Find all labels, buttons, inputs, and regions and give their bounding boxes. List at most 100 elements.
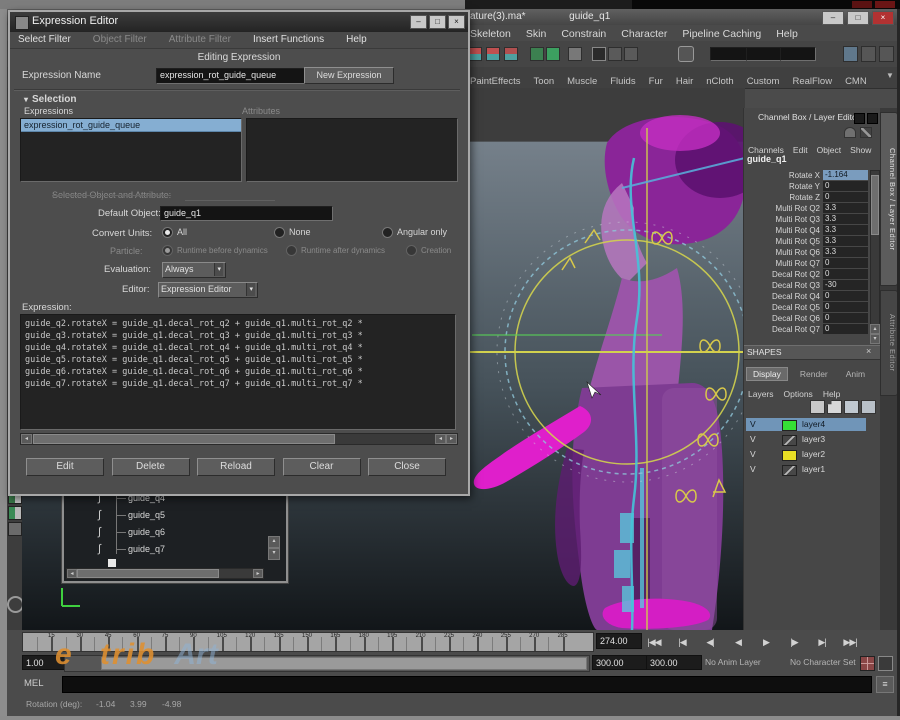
attr-value[interactable]: 3.3 bbox=[823, 225, 868, 235]
step-back-key-button[interactable]: |◀ bbox=[668, 634, 696, 650]
menu-pipeline-caching[interactable]: Pipeline Caching bbox=[682, 26, 761, 42]
tab-display[interactable]: Display bbox=[746, 367, 788, 381]
radio-none[interactable]: None bbox=[274, 227, 382, 239]
attr-value[interactable]: 3.3 bbox=[823, 214, 868, 224]
ee-menu-select-filter[interactable]: Select Filter bbox=[18, 32, 71, 48]
editor-dropdown[interactable]: ▾ Expression Editor bbox=[158, 282, 258, 298]
layer-visibility-toggle[interactable]: V bbox=[750, 463, 756, 476]
outliner-item-guide_q7[interactable]: ∫ guide_q7 bbox=[64, 541, 286, 558]
attr-value[interactable]: 3.3 bbox=[823, 236, 868, 246]
tool-icon[interactable] bbox=[8, 522, 22, 536]
expression-text-area[interactable]: guide_q2.rotateX = guide_q1.decal_rot_q2… bbox=[20, 314, 456, 430]
attr-value[interactable]: 0 bbox=[823, 313, 868, 323]
command-line-input[interactable] bbox=[62, 676, 872, 693]
cb-menu-object[interactable]: Object bbox=[817, 145, 842, 155]
outliner-item-guide_q6[interactable]: ∫ guide_q6 bbox=[64, 524, 286, 541]
attr-value[interactable]: 0 bbox=[823, 291, 868, 301]
layer-color-swatch[interactable] bbox=[782, 450, 797, 461]
step-forward-frame-button[interactable]: |▶ bbox=[780, 634, 808, 650]
go-to-start-button[interactable]: |◀◀ bbox=[640, 634, 668, 650]
new-expression-button[interactable]: New Expression bbox=[304, 67, 394, 84]
attr-value[interactable]: 0 bbox=[823, 181, 868, 191]
cb-menu-edit[interactable]: Edit bbox=[793, 145, 808, 155]
layer-color-swatch[interactable] bbox=[782, 465, 797, 476]
expressions-list[interactable]: expression_rot_guide_queue bbox=[20, 118, 242, 182]
character-set-selector[interactable]: No Character Set bbox=[790, 657, 856, 667]
expression-editor-titlebar[interactable]: Expression Editor – □ × bbox=[10, 12, 468, 32]
layout-toggle-icon[interactable] bbox=[861, 46, 876, 62]
minimize-button[interactable]: – bbox=[822, 11, 844, 25]
layer-options-icon[interactable] bbox=[861, 400, 876, 414]
ee-maximize-button[interactable]: □ bbox=[429, 15, 446, 29]
scroll-left-icon[interactable]: ◂ bbox=[21, 434, 32, 444]
channel-scrollbar[interactable] bbox=[870, 170, 880, 342]
outliner-partial-item-icon[interactable] bbox=[108, 559, 116, 567]
play-forward-button[interactable]: ▶ bbox=[752, 634, 780, 650]
scroll-right-icon[interactable]: ▸ bbox=[446, 434, 457, 444]
shelf-tab-hair[interactable]: Hair bbox=[676, 76, 693, 87]
history-icon[interactable] bbox=[530, 47, 544, 61]
layer-menu-options[interactable]: Options bbox=[784, 389, 813, 399]
scroll-right-icon[interactable]: ▸ bbox=[253, 569, 263, 578]
expression-hscrollbar[interactable]: ◂ ◂ ▸ bbox=[20, 433, 458, 445]
shelf-caret-icon[interactable]: ▼ bbox=[886, 71, 894, 80]
menu-character[interactable]: Character bbox=[621, 26, 667, 42]
attr-value[interactable]: 3.3 bbox=[823, 247, 868, 257]
character-set-icon[interactable] bbox=[878, 656, 893, 671]
attr-value[interactable]: 0 bbox=[823, 269, 868, 279]
ee-minimize-button[interactable]: – bbox=[410, 15, 427, 29]
menu-skin[interactable]: Skin bbox=[526, 26, 546, 42]
panel-toggle-icon[interactable] bbox=[879, 46, 894, 62]
channel-object-name[interactable]: guide_q1 bbox=[747, 154, 787, 164]
ee-menu-insert-functions[interactable]: Insert Functions bbox=[253, 32, 324, 48]
layer-visibility-toggle[interactable]: V bbox=[750, 448, 756, 461]
play-backward-button[interactable]: ◀ bbox=[724, 634, 752, 650]
snap-point-icon[interactable] bbox=[504, 47, 518, 61]
scroll-up-icon[interactable]: ▴ bbox=[268, 536, 280, 548]
attr-value[interactable]: 3.3 bbox=[823, 203, 868, 213]
attr-value[interactable]: 0 bbox=[823, 258, 868, 268]
maximize-button[interactable]: □ bbox=[847, 11, 869, 25]
scroll-up-icon[interactable]: ▴ bbox=[870, 324, 880, 334]
script-editor-icon[interactable]: ≡ bbox=[876, 676, 894, 693]
scroll-left-icon[interactable]: ◂ bbox=[435, 434, 446, 444]
radio-runtime-after-dynamics[interactable]: Runtime after dynamics bbox=[286, 245, 406, 257]
close-button[interactable]: × bbox=[872, 11, 894, 25]
menu-skeleton[interactable]: Skeleton bbox=[470, 26, 511, 42]
scroll-left-icon[interactable]: ◂ bbox=[67, 569, 77, 578]
shelf-tab-fluids[interactable]: Fluids bbox=[610, 76, 635, 87]
manipulator-link-icon[interactable] bbox=[860, 127, 872, 138]
new-layer-icon[interactable] bbox=[827, 400, 842, 414]
layer-item-layer1[interactable]: Vlayer1 bbox=[746, 463, 866, 476]
panel-dock-icon[interactable] bbox=[854, 113, 865, 124]
empty-layer-icon[interactable] bbox=[810, 400, 825, 414]
shelf-tab-cmn[interactable]: CMN bbox=[845, 76, 867, 87]
reload-button[interactable]: Reload bbox=[197, 458, 275, 476]
layer-item-layer3[interactable]: Vlayer3 bbox=[746, 433, 866, 446]
tab-render[interactable]: Render bbox=[794, 368, 834, 380]
shelf-tab-ncloth[interactable]: nCloth bbox=[706, 76, 733, 87]
step-forward-key-button[interactable]: ▶| bbox=[808, 634, 836, 650]
selection-section-header[interactable]: ▾ Selection bbox=[24, 94, 76, 105]
radio-creation[interactable]: Creation bbox=[406, 245, 466, 257]
range-end-field-b[interactable]: 300.00 bbox=[646, 655, 702, 670]
menu-help[interactable]: Help bbox=[776, 26, 798, 42]
delete-button[interactable]: Delete bbox=[111, 458, 190, 476]
ipr-icon[interactable] bbox=[608, 47, 622, 61]
shelf-tab-painteffects[interactable]: PaintEffects bbox=[470, 76, 521, 87]
shapes-header[interactable]: SHAPES × bbox=[744, 345, 881, 360]
step-back-frame-button[interactable]: ◀| bbox=[696, 634, 724, 650]
snap-grid-icon[interactable] bbox=[468, 47, 482, 61]
outliner-hscrollbar[interactable]: ◂ ▸ bbox=[66, 568, 264, 579]
ee-close-button[interactable]: × bbox=[448, 15, 465, 29]
default-object-field[interactable]: guide_q1 bbox=[160, 206, 333, 221]
shelf-tab-muscle[interactable]: Muscle bbox=[567, 76, 597, 87]
layer-item-layer4[interactable]: Vlayer4 bbox=[746, 418, 866, 431]
radio-all[interactable]: All bbox=[162, 227, 274, 239]
attr-value[interactable]: -30 bbox=[823, 280, 868, 290]
shelf-tab-fur[interactable]: Fur bbox=[649, 76, 663, 87]
scroll-down-icon[interactable]: ▾ bbox=[870, 334, 880, 344]
clear-button[interactable]: Clear bbox=[282, 458, 361, 476]
attr-value[interactable]: 0 bbox=[823, 324, 868, 334]
layer-color-swatch[interactable] bbox=[782, 420, 797, 431]
